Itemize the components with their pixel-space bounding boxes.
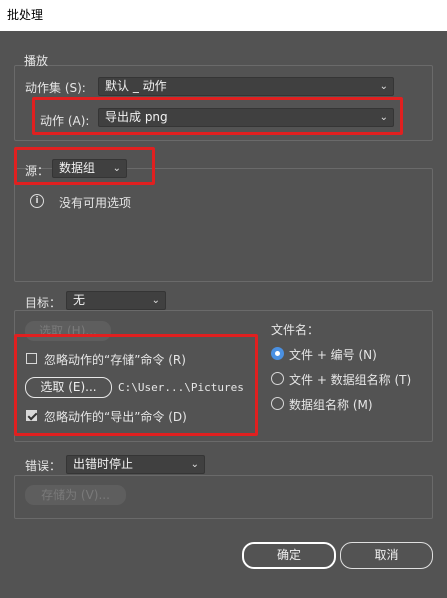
target-label: 目标：: [25, 296, 62, 310]
play-section-label: 播放: [24, 54, 49, 68]
source-group: [14, 168, 433, 282]
chevron-down-icon: ⌄: [379, 81, 388, 92]
filename-label: 文件名：: [271, 323, 320, 337]
filename-option-dataset: 数据组名称 (M): [289, 398, 373, 412]
highlight-action: [32, 97, 403, 135]
window-titlebar: 批处理: [0, 0, 447, 31]
save-as-button[interactable]: 存储为 (V)...: [25, 485, 126, 505]
filename-radio-file-dataset[interactable]: [271, 372, 284, 385]
info-icon: i: [30, 194, 44, 208]
action-set-select[interactable]: 默认 _ 动作 ⌄: [98, 77, 394, 96]
highlight-target-options: [14, 334, 258, 436]
target-select[interactable]: 无 ⌄: [66, 291, 166, 310]
window-title: 批处理: [7, 8, 44, 22]
source-info-text: 没有可用选项: [59, 196, 132, 210]
filename-radio-file-number[interactable]: [271, 347, 284, 360]
errors-label: 错误：: [25, 459, 62, 473]
target-value: 无: [73, 293, 86, 307]
errors-select[interactable]: 出错时停止 ⌄: [66, 455, 205, 474]
ok-button[interactable]: 确定: [242, 542, 336, 569]
errors-value: 出错时停止: [73, 457, 134, 471]
chevron-down-icon: ⌄: [151, 295, 160, 306]
filename-option-file-number: 文件 + 编号 (N): [289, 348, 377, 362]
filename-radio-dataset[interactable]: [271, 397, 284, 410]
action-set-label: 动作集 (S):: [25, 81, 86, 95]
highlight-source: [14, 147, 155, 185]
filename-option-file-dataset: 文件 + 数据组名称 (T): [289, 373, 412, 387]
action-set-value: 默认 _ 动作: [105, 79, 167, 93]
chevron-down-icon: ⌄: [190, 459, 199, 470]
cancel-button[interactable]: 取消: [340, 542, 433, 569]
